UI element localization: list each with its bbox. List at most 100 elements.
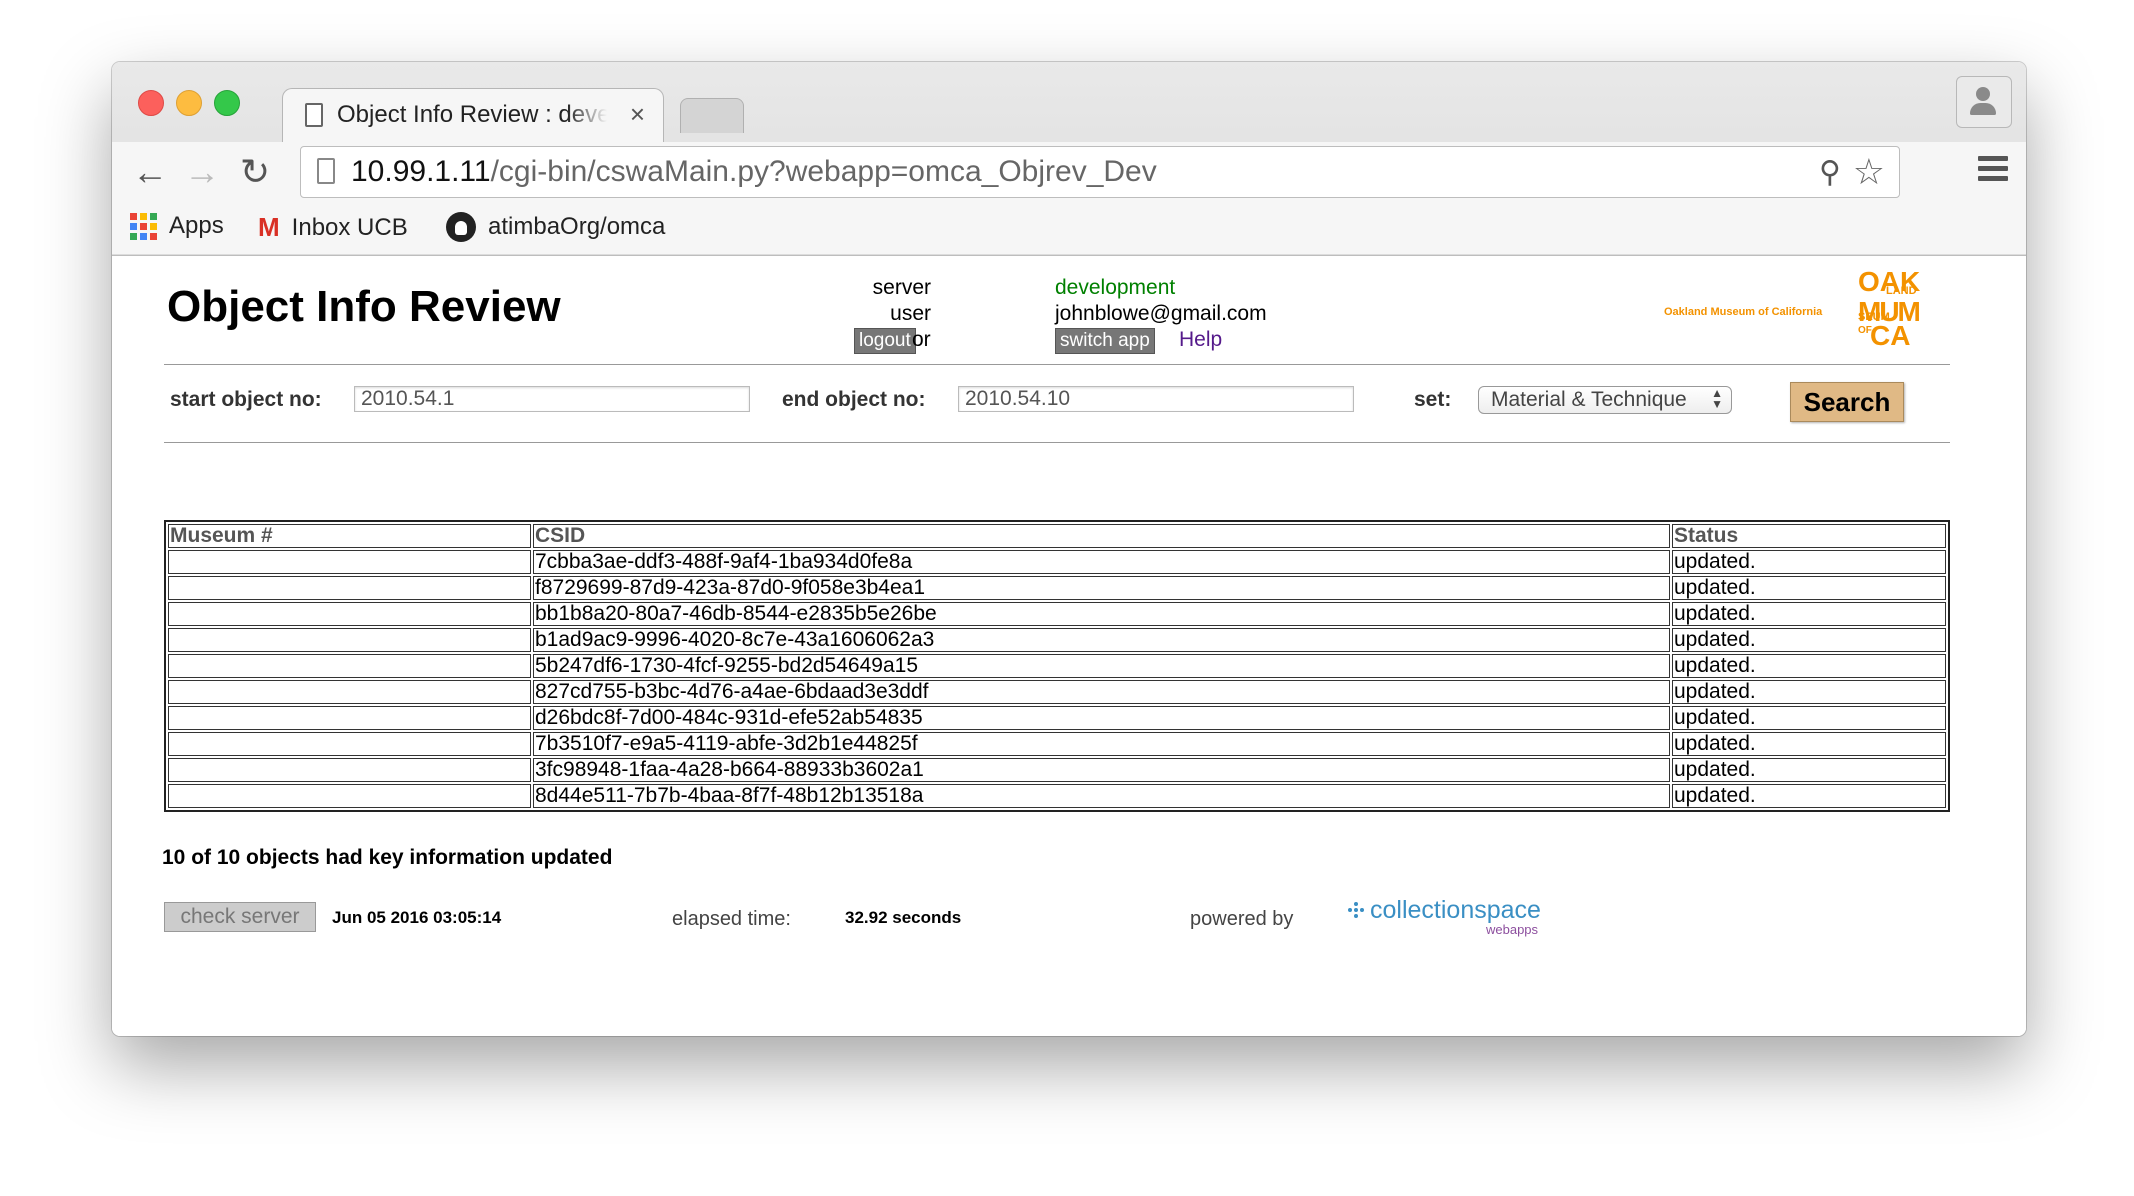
status-cell: updated. — [1672, 602, 1946, 626]
set-label: set: — [1414, 388, 1452, 411]
status-cell: updated. — [1672, 628, 1946, 652]
status-cell: updated. — [1672, 784, 1946, 808]
set-select[interactable]: Material & Technique ▲ ▼ — [1478, 386, 1732, 414]
bookmarks-bar: Apps M Inbox UCB atimbaOrg/omca — [112, 204, 2026, 254]
museum-number-cell — [168, 680, 531, 704]
status-cell: updated. — [1672, 550, 1946, 574]
column-header-csid: CSID — [533, 524, 1670, 548]
museum-number-cell — [168, 706, 531, 730]
server-value: development — [1055, 276, 1176, 299]
table-row: bb1b8a20-80a7-46db-8544-e2835b5e26be upda… — [168, 602, 1946, 626]
help-link[interactable]: Help — [1179, 328, 1222, 352]
museum-number-cell — [168, 550, 531, 574]
url-text[interactable]: 10.99.1.11/cgi-bin/cswaMain.py?webapp=om… — [351, 155, 1157, 189]
logout-button[interactable]: logout — [854, 328, 916, 354]
omca-logo: OAK LAND MUM SEUM OF CA — [1858, 266, 1921, 351]
status-cell: updated. — [1672, 576, 1946, 600]
table-row: 827cd755-b3bc-4d76-a4ae-6bdaad3e3ddf upda… — [168, 680, 1946, 704]
end-object-label: end object no: — [782, 388, 926, 411]
table-row: 7cbba3ae-ddf3-488f-9af4-1ba934d0fe8a upda… — [168, 550, 1946, 574]
table-row: 3fc98948-1faa-4a28-b664-88933b3602a1 upda… — [168, 758, 1946, 782]
status-cell: updated. — [1672, 654, 1946, 678]
start-object-label: start object no: — [170, 388, 322, 411]
menu-icon[interactable] — [1978, 156, 2008, 186]
collectionspace-dots-icon — [1348, 902, 1364, 918]
browser-window: Object Info Review : development × ← → ↻… — [112, 62, 2026, 1036]
status-cell: updated. — [1672, 732, 1946, 756]
status-cell: updated. — [1672, 680, 1946, 704]
table-row: 7b3510f7-e9a5-4119-abfe-3d2b1e44825f upda… — [168, 732, 1946, 756]
check-server-button[interactable]: check server — [164, 902, 316, 932]
divider — [164, 442, 1950, 443]
profile-icon — [1976, 87, 1990, 101]
csid-cell: 827cd755-b3bc-4d76-a4ae-6bdaad3e3ddf — [533, 680, 1670, 704]
or-text: or — [912, 328, 931, 351]
end-object-input[interactable]: 2010.54.10 — [958, 386, 1354, 412]
browser-chrome: Object Info Review : development × ← → ↻… — [112, 62, 2026, 256]
museum-number-cell — [168, 654, 531, 678]
museum-number-cell — [168, 758, 531, 782]
museum-number-cell — [168, 602, 531, 626]
table-row: 5b247df6-1730-4fcf-9255-bd2d54649a15 upda… — [168, 654, 1946, 678]
csid-cell: b1ad9ac9-9996-4020-8c7e-43a1606062a3 — [533, 628, 1670, 652]
new-tab-button[interactable] — [680, 98, 744, 133]
server-label: server — [872, 276, 931, 299]
table-row: 8d44e511-7b7b-4baa-8f7f-48b12b13518a upda… — [168, 784, 1946, 808]
forward-arrow-icon[interactable]: → — [184, 152, 220, 192]
select-arrows-icon: ▲ ▼ — [1711, 386, 1723, 411]
table-row: b1ad9ac9-9996-4020-8c7e-43a1606062a3 upda… — [168, 628, 1946, 652]
csid-cell: 3fc98948-1faa-4a28-b664-88933b3602a1 — [533, 758, 1670, 782]
zoom-icon[interactable]: ⚲ — [1819, 155, 1841, 190]
bookmark-apps[interactable]: Apps — [130, 212, 224, 240]
maximize-window-button[interactable] — [214, 90, 240, 116]
csid-cell: d26bdc8f-7d00-484c-931d-efe52ab54835 — [533, 706, 1670, 730]
page-title: Object Info Review — [167, 282, 561, 331]
browser-toolbar: ← → ↻ 10.99.1.11/cgi-bin/cswaMain.py?web… — [112, 142, 2026, 204]
status-cell: updated. — [1672, 706, 1946, 730]
powered-by-label: powered by — [1190, 908, 1294, 930]
csid-cell: f8729699-87d9-423a-87d0-9f058e3b4ea1 — [533, 576, 1670, 600]
switch-app-button[interactable]: switch app — [1055, 328, 1155, 354]
museum-number-cell — [168, 576, 531, 600]
page-content: Object Info Review server development us… — [112, 256, 2026, 1036]
close-tab-icon[interactable]: × — [630, 99, 645, 130]
table-row: f8729699-87d9-423a-87d0-9f058e3b4ea1 upda… — [168, 576, 1946, 600]
column-header-status: Status — [1672, 524, 1946, 548]
collectionspace-subtext: webapps — [1486, 922, 1539, 937]
back-arrow-icon[interactable]: ← — [132, 152, 168, 192]
csid-cell: 7cbba3ae-ddf3-488f-9af4-1ba934d0fe8a — [533, 550, 1670, 574]
start-object-input[interactable]: 2010.54.1 — [354, 386, 750, 412]
update-summary: 10 of 10 objects had key information upd… — [162, 846, 613, 869]
museum-number-cell — [168, 628, 531, 652]
elapsed-time-value: 32.92 seconds — [845, 908, 962, 927]
close-window-button[interactable] — [138, 90, 164, 116]
tab-title: Object Info Review : development — [337, 101, 607, 129]
museum-number-cell — [168, 784, 531, 808]
address-bar[interactable]: 10.99.1.11/cgi-bin/cswaMain.py?webapp=om… — [300, 146, 1900, 198]
search-button[interactable]: Search — [1790, 382, 1904, 422]
table-row: d26bdc8f-7d00-484c-931d-efe52ab54835 upda… — [168, 706, 1946, 730]
gmail-icon: M — [258, 212, 280, 242]
bookmark-github[interactable]: atimbaOrg/omca — [446, 212, 665, 242]
user-value: johnblowe@gmail.com — [1055, 302, 1267, 325]
status-cell: updated. — [1672, 758, 1946, 782]
results-table: Museum # CSID Status 7cbba3ae-ddf3-488f-… — [164, 520, 1950, 812]
table-header-row: Museum # CSID Status — [168, 524, 1946, 548]
apps-grid-icon — [130, 212, 157, 240]
reload-icon[interactable]: ↻ — [240, 152, 270, 192]
bookmark-star-icon[interactable]: ☆ — [1853, 151, 1885, 193]
page-icon — [317, 158, 335, 184]
museum-number-cell — [168, 732, 531, 756]
minimize-window-button[interactable] — [176, 90, 202, 116]
csid-cell: 8d44e511-7b7b-4baa-8f7f-48b12b13518a — [533, 784, 1670, 808]
browser-tab[interactable]: Object Info Review : development × — [282, 88, 664, 143]
csid-cell: bb1b8a20-80a7-46db-8544-e2835b5e26be — [533, 602, 1670, 626]
github-icon — [446, 212, 476, 242]
profile-button[interactable] — [1956, 76, 2012, 128]
elapsed-time-label: elapsed time: — [672, 908, 791, 930]
user-label: user — [890, 302, 931, 325]
footer-date: Jun 05 2016 03:05:14 — [332, 908, 502, 927]
csid-cell: 5b247df6-1730-4fcf-9255-bd2d54649a15 — [533, 654, 1670, 678]
bookmark-inbox-ucb[interactable]: M Inbox UCB — [258, 212, 408, 243]
document-icon — [305, 103, 323, 127]
